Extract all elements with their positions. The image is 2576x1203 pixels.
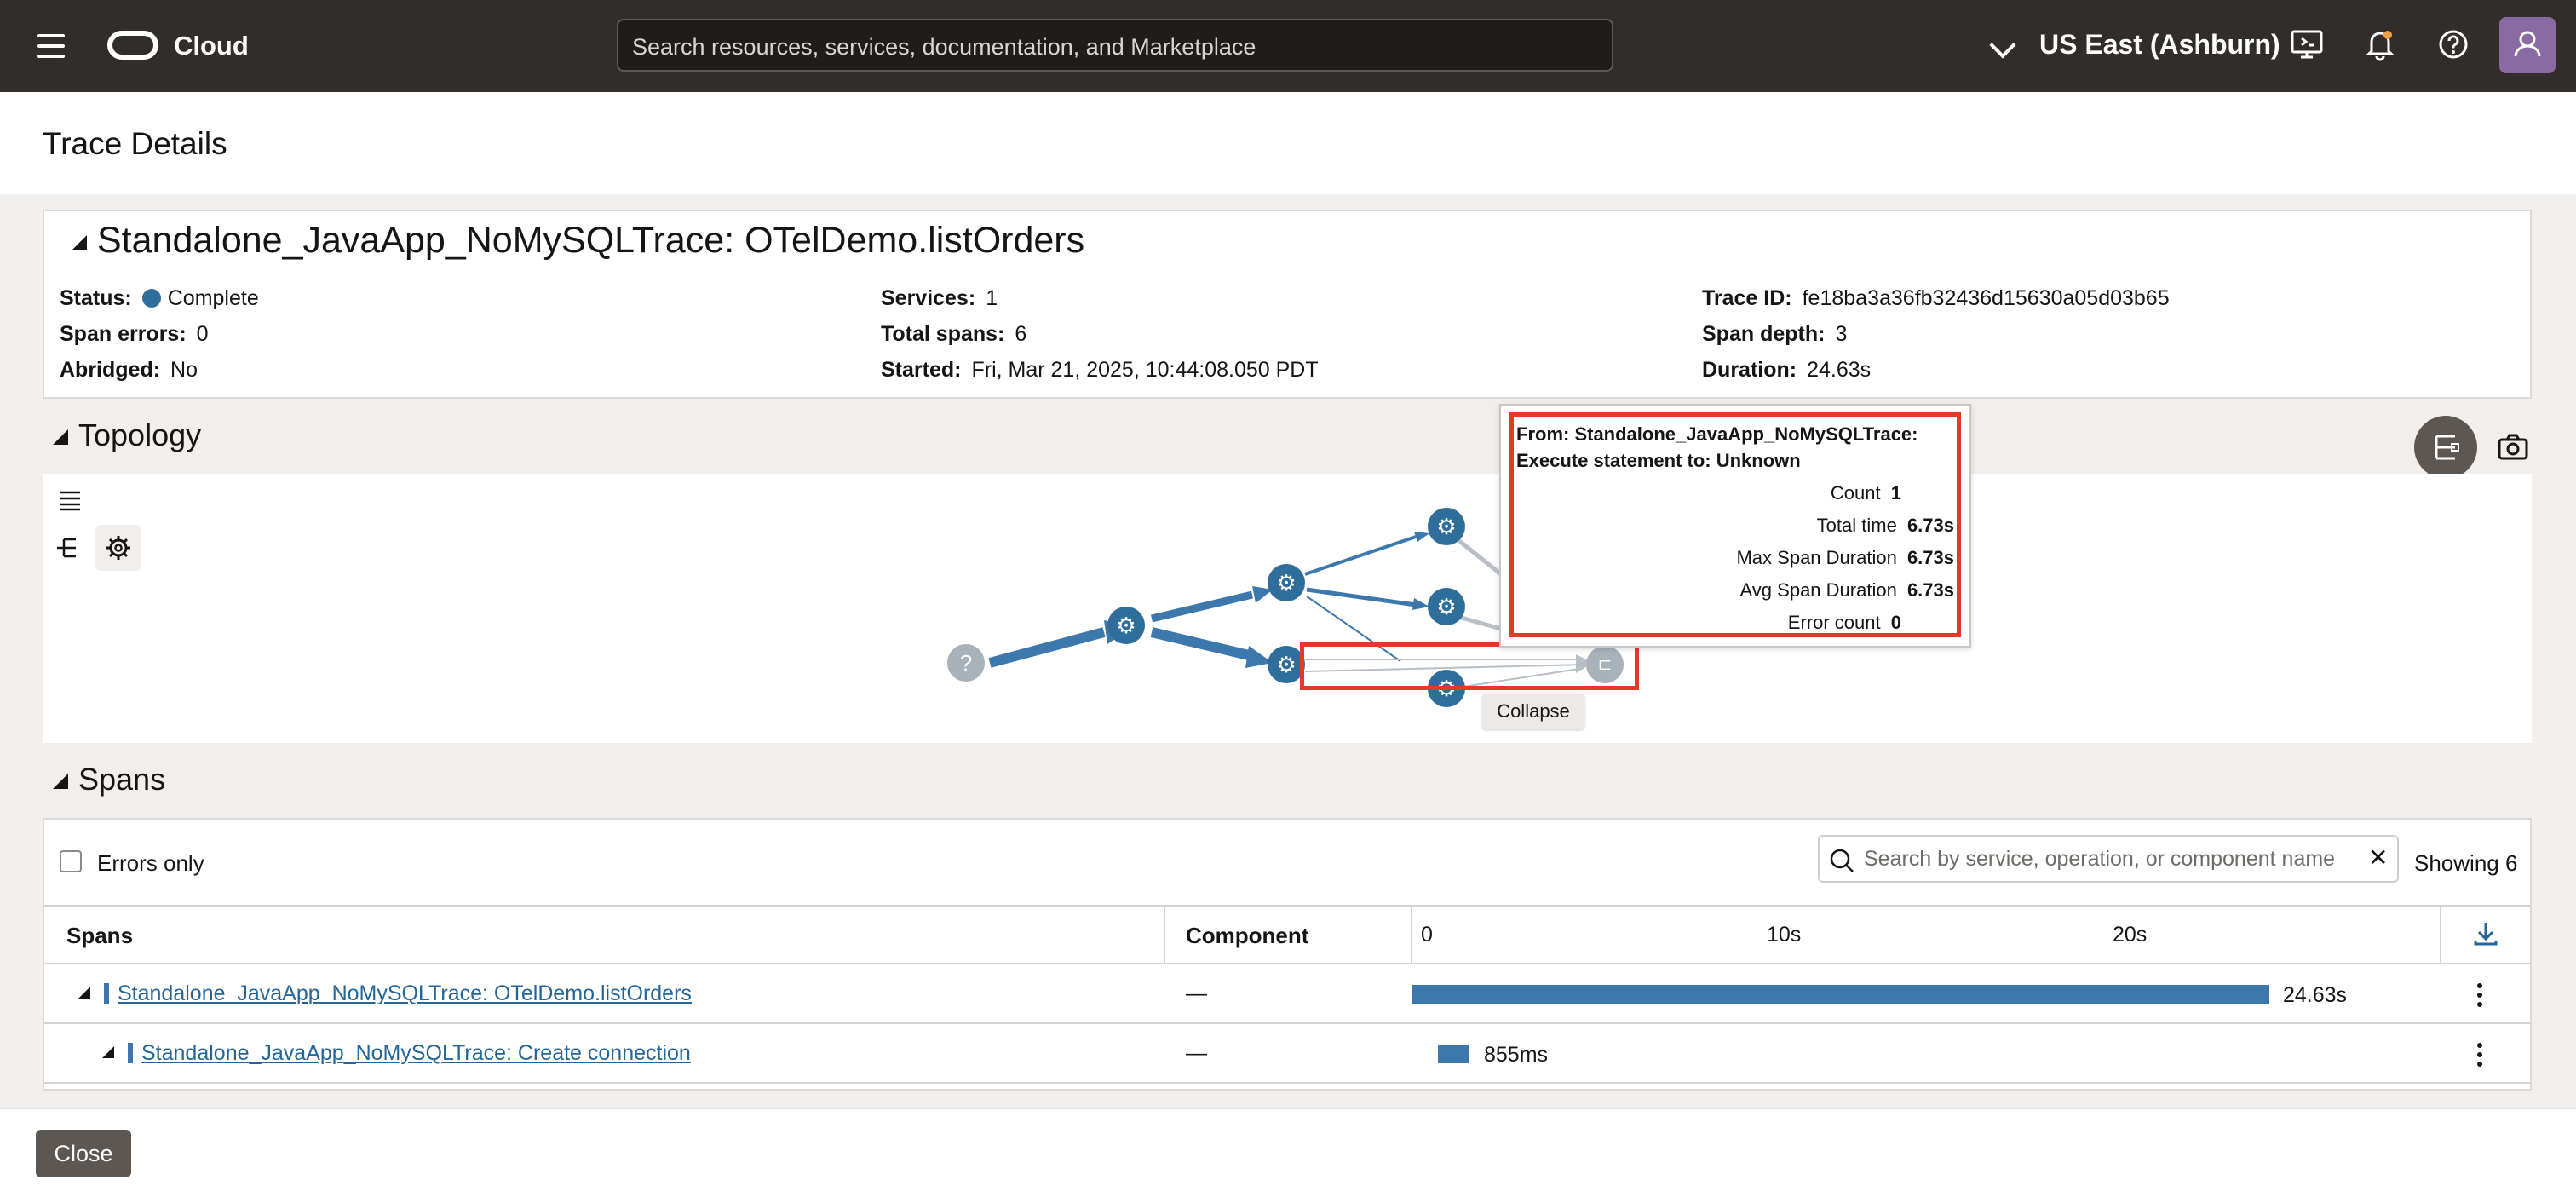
spans-search-placeholder: Search by service, operation, or compone… bbox=[1864, 847, 2336, 871]
operation-node-gear-icon[interactable]: ⚙ bbox=[1268, 564, 1305, 602]
timeline-tick-20s: 20s bbox=[2113, 923, 2148, 947]
tooltip-avg-value: 6.73s bbox=[1906, 579, 1954, 601]
highlight-box-edge bbox=[1300, 642, 1639, 690]
edge-child2-to-unknown[interactable] bbox=[1458, 614, 1502, 631]
tooltip-error-row: Error count 0 bbox=[1561, 612, 1901, 634]
timeline-tick-10s: 10s bbox=[1767, 923, 1802, 947]
span-link[interactable]: Standalone_JavaApp_NoMySQLTrace: OTelDem… bbox=[118, 981, 692, 1006]
tooltip-count-value: 1 bbox=[1890, 482, 1901, 504]
column-header-component[interactable]: Component bbox=[1186, 923, 1308, 949]
tooltip-max-row: Max Span Duration 6.73s bbox=[1613, 547, 1954, 569]
column-divider bbox=[1411, 907, 1412, 964]
spans-section-title[interactable]: Spans bbox=[53, 762, 165, 797]
tooltip-count-label: Count bbox=[1830, 482, 1881, 504]
collapse-tooltip: Collapse bbox=[1482, 694, 1584, 729]
span-component: — bbox=[1186, 1041, 1207, 1065]
span-duration: 855ms bbox=[1484, 1043, 1549, 1067]
row-border bbox=[44, 1082, 2530, 1084]
search-icon bbox=[1830, 849, 1854, 872]
spans-title-text: Spans bbox=[78, 762, 166, 797]
table-header-top-border bbox=[44, 905, 2530, 907]
column-divider bbox=[2440, 907, 2441, 964]
close-button[interactable]: Close bbox=[36, 1130, 131, 1177]
tooltip-avg-label: Avg Span Duration bbox=[1739, 579, 1897, 601]
edge-child1-to-unknown[interactable] bbox=[1457, 538, 1503, 576]
tooltip-error-value: 0 bbox=[1890, 612, 1901, 633]
spans-search-input[interactable]: Search by service, operation, or compone… bbox=[1818, 835, 2399, 883]
timeline-tick-0: 0 bbox=[1421, 923, 1433, 947]
expand-caret-icon[interactable] bbox=[102, 1046, 114, 1058]
tooltip-error-label: Error count bbox=[1787, 612, 1881, 633]
tooltip-max-value: 6.73s bbox=[1906, 547, 1954, 568]
child-node-gear-icon[interactable]: ⚙ bbox=[1428, 588, 1465, 625]
showing-count: Showing 6 bbox=[2414, 850, 2518, 876]
service-node-gear-icon[interactable]: ⚙ bbox=[1107, 607, 1145, 644]
tooltip-count-row: Count 1 bbox=[1561, 482, 1901, 504]
edge-arrowhead bbox=[1412, 598, 1429, 610]
child-node-gear-icon[interactable]: ⚙ bbox=[1428, 508, 1465, 545]
tooltip-total-time-value: 6.73s bbox=[1906, 515, 1954, 536]
collapse-caret-icon[interactable] bbox=[53, 774, 68, 790]
edge-service-to-op2[interactable] bbox=[1150, 627, 1254, 661]
span-duration: 24.63s bbox=[2283, 983, 2348, 1007]
tooltip-avg-row: Avg Span Duration 6.73s bbox=[1613, 579, 1954, 602]
tooltip-heading: From: Standalone_JavaApp_NoMySQLTrace: E… bbox=[1516, 423, 1918, 471]
download-icon[interactable] bbox=[2470, 918, 2501, 949]
span-duration-bar[interactable] bbox=[1412, 985, 2269, 1004]
span-color-marker bbox=[104, 983, 109, 1004]
edge-tooltip: From: Standalone_JavaApp_NoMySQLTrace: E… bbox=[1499, 404, 1971, 648]
column-header-spans[interactable]: Spans bbox=[66, 923, 133, 949]
span-color-marker bbox=[128, 1043, 133, 1063]
clear-search-icon[interactable]: ✕ bbox=[2368, 843, 2388, 872]
errors-only-checkbox[interactable] bbox=[60, 850, 82, 872]
unknown-root-node[interactable]: ? bbox=[947, 644, 985, 682]
tooltip-total-time-row: Total time 6.73s bbox=[1613, 515, 1954, 537]
tooltip-max-label: Max Span Duration bbox=[1736, 547, 1897, 568]
span-component: — bbox=[1186, 981, 1207, 1005]
edge-root-to-service[interactable] bbox=[988, 627, 1106, 668]
errors-only-label[interactable]: Errors only bbox=[97, 850, 204, 877]
span-link[interactable]: Standalone_JavaApp_NoMySQLTrace: Create … bbox=[141, 1041, 691, 1066]
span-duration-bar[interactable] bbox=[1438, 1045, 1469, 1063]
edge-op1-to-child2[interactable] bbox=[1306, 587, 1417, 607]
row-actions-kebab-icon[interactable] bbox=[2477, 983, 2482, 1011]
column-divider bbox=[1164, 907, 1165, 964]
row-actions-kebab-icon[interactable] bbox=[2477, 1043, 2482, 1071]
expand-caret-icon[interactable] bbox=[78, 987, 90, 999]
edge-arrowhead bbox=[1414, 532, 1429, 542]
tooltip-total-time-label: Total time bbox=[1816, 515, 1897, 536]
footer-bar bbox=[0, 1108, 2576, 1203]
edge-op1-to-child1[interactable] bbox=[1304, 535, 1417, 576]
edge-service-to-op1[interactable] bbox=[1150, 590, 1254, 623]
